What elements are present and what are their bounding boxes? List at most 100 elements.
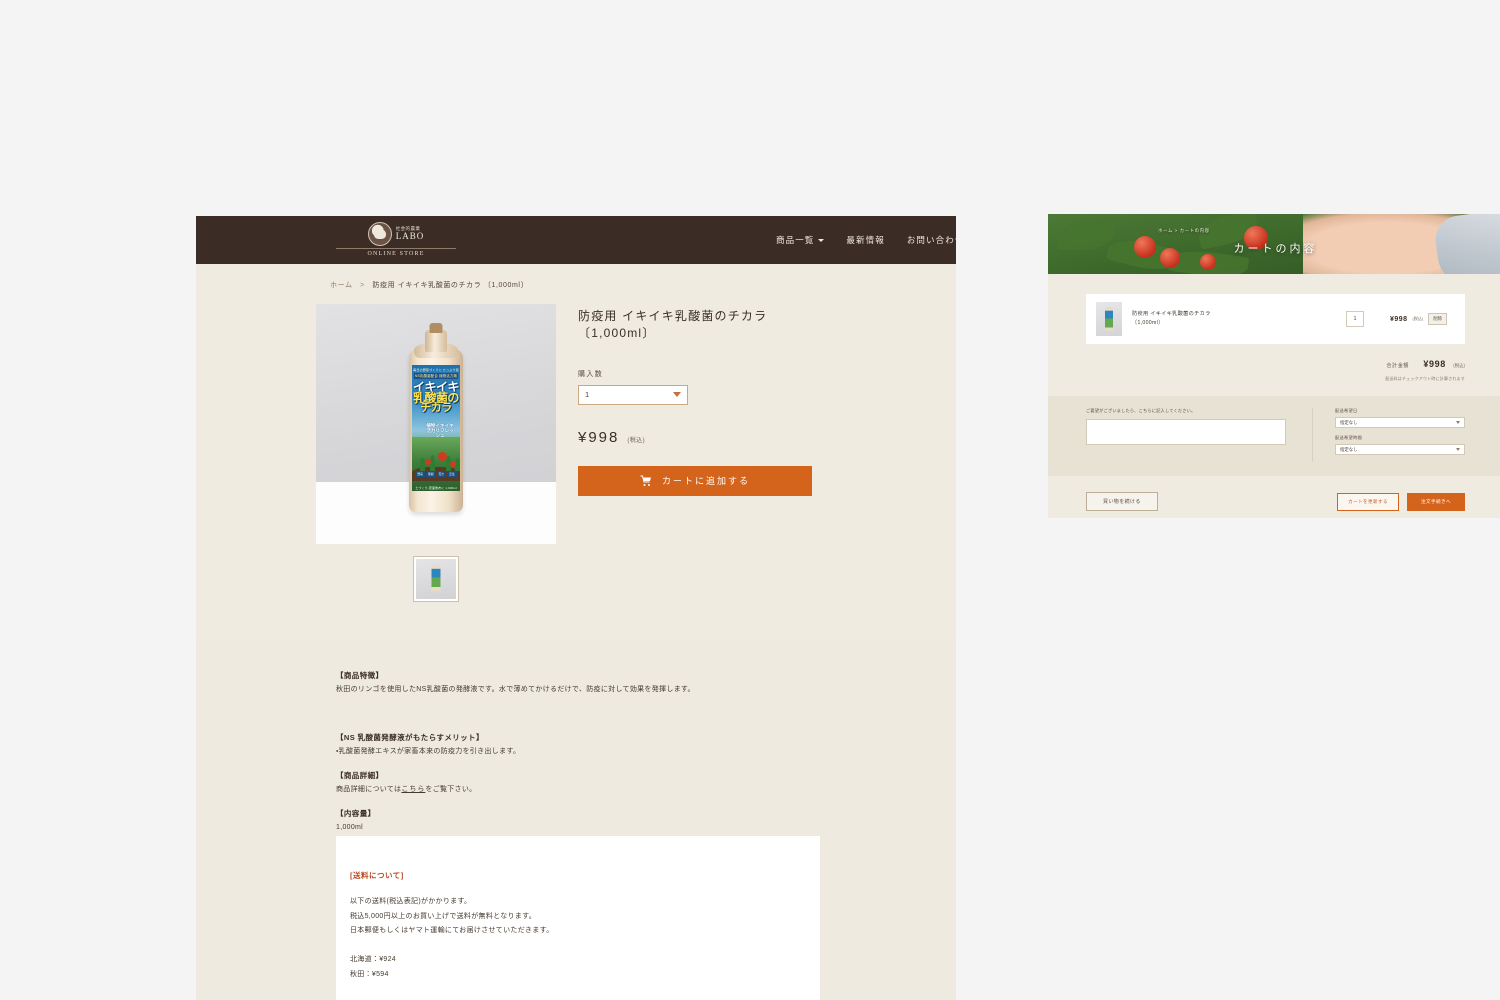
quantity-value: 1 xyxy=(585,390,590,400)
delivery-date-group: 配送希望日 指定なし xyxy=(1335,408,1465,428)
cart-total-tax: (税込) xyxy=(1453,363,1465,368)
remarks-label: ご要望がございましたら、こちらに記入してください。 xyxy=(1086,408,1196,413)
thumbnail-1[interactable] xyxy=(413,556,459,602)
brand-lockup: 社会的農業 LABO xyxy=(336,222,456,246)
label-illustration: 野菜 果樹 花き 芝生 土づくり・葉面散布に 1,000ml xyxy=(412,437,460,491)
desc-block-features: 【商品特徴】 秋田のリンゴを使用したNS乳酸菌の発酵液です。水で薄めてかけるだけ… xyxy=(336,670,956,696)
cart-total-row: 合計金額 ¥998 (税込) 配送料はチェックアウト時に計算されます xyxy=(1086,354,1465,382)
delivery-date-value: 指定なし xyxy=(1340,419,1358,425)
delivery-time-select[interactable]: 指定なし xyxy=(1335,444,1465,455)
nav-item-products-label: 商品一覧 xyxy=(776,235,815,245)
continue-shopping-button[interactable]: 買い物を続ける xyxy=(1086,492,1158,511)
desc-body-prefix: 商品詳細については xyxy=(336,785,402,793)
cart-item-name-line2: 〔1,000ml〕 xyxy=(1132,320,1164,326)
breadcrumb-current: 防疫用 イキイキ乳酸菌のチカラ 〔1,000ml〕 xyxy=(372,282,529,289)
page-title: 防疫用 イキイキ乳酸菌のチカラ 〔1,000ml〕 xyxy=(578,309,768,341)
delivery-date-label: 配送希望日 xyxy=(1335,408,1358,413)
desc-heading: 【商品詳細】 xyxy=(336,770,384,780)
tomato-shape xyxy=(425,459,431,465)
update-cart-button[interactable]: カートを更新する xyxy=(1337,492,1400,511)
desc-heading: 【NS 乳酸菌発酵液がもたらすメリット】 xyxy=(336,732,484,742)
product-page-window: 社会的農業 LABO ONLINE STORE 商品一覧 最新情報 お問い合わせ xyxy=(196,216,956,1000)
cart-page-title: カートの内容 xyxy=(1233,243,1318,255)
cart-action-bar: 買い物を続ける カートを更新する 注文手続きへ xyxy=(1086,492,1465,511)
product-info: 防疫用 イキイキ乳酸菌のチカラ 〔1,000ml〕 購入数 1 ¥998 (税込… xyxy=(578,304,818,602)
label-chip: 花き xyxy=(436,471,447,477)
checkout-button[interactable]: 注文手続きへ xyxy=(1407,492,1465,511)
price-tax-note: (税込) xyxy=(627,437,645,444)
chevron-down-icon xyxy=(1456,448,1460,451)
product-main-image[interactable]: 毎日の野菜づくりに たっぷり使える NS乳酸菌配合 植物活力剤 イキイキ 乳酸菌… xyxy=(316,304,556,544)
brand-name: LABO xyxy=(395,230,425,241)
cart-page-window: ホーム > カートの内容 カートの内容 防疫用 イキイキ乳酸菌のチカラ 〔1,0… xyxy=(1048,214,1500,518)
brand-wordmark: 社会的農業 LABO xyxy=(395,226,425,241)
shipping-rate: 北海道：¥924 xyxy=(350,956,396,964)
label-chip: 果樹 xyxy=(425,471,436,477)
cart-item-price: ¥998 xyxy=(1389,315,1408,323)
cart-item-name: 防疫用 イキイキ乳酸菌のチカラ 〔1,000ml〕 xyxy=(1132,310,1336,329)
tomato-shape xyxy=(1200,254,1216,270)
shipping-line: 税込5,000円以上のお買い上げで送料が無料となります。 xyxy=(350,912,537,920)
cart-item-price-tax: (税込) xyxy=(1412,316,1424,321)
product-top-section: 毎日の野菜づくりに たっぷり使える NS乳酸菌配合 植物活力剤 イキイキ 乳酸菌… xyxy=(196,290,956,602)
cart-icon xyxy=(640,475,651,486)
cart-item-name-line1: 防疫用 イキイキ乳酸菌のチカラ xyxy=(1132,310,1211,317)
cart-body: 防疫用 イキイキ乳酸菌のチカラ 〔1,000ml〕 1 ¥998 (税込) 削除… xyxy=(1048,274,1500,511)
desc-spacer xyxy=(336,708,956,732)
shipping-rate: 秋田：¥594 xyxy=(350,970,389,978)
label-band: NS乳酸菌配合 植物活力剤 xyxy=(414,373,458,379)
shipping-line: 日本郵便もしくはヤマト運輸にてお届けさせていただきます。 xyxy=(350,927,554,935)
nav-item-news[interactable]: 最新情報 xyxy=(846,234,884,246)
price-row: ¥998 (税込) xyxy=(578,429,818,446)
delivery-date-select[interactable]: 指定なし xyxy=(1335,417,1465,428)
product-gallery: 毎日の野菜づくりに たっぷり使える NS乳酸菌配合 植物活力剤 イキイキ 乳酸菌… xyxy=(316,304,556,602)
site-logo[interactable]: 社会的農業 LABO ONLINE STORE xyxy=(336,222,456,257)
quantity-label: 購入数 xyxy=(578,370,604,378)
nav-item-products[interactable]: 商品一覧 xyxy=(776,234,825,246)
cart-qty-input[interactable]: 1 xyxy=(1345,311,1364,327)
cart-options-form: ご要望がございましたら、こちらに記入してください。 配送希望日 指定なし 配送希… xyxy=(1048,396,1500,476)
thumbnail-image xyxy=(416,559,456,599)
desc-body: 秋田のリンゴを使用したNS乳酸菌の発酵液です。水で薄めてかけるだけで、防疫に対し… xyxy=(336,686,695,693)
breadcrumb-separator: > xyxy=(360,282,365,289)
label-chip: 野菜 xyxy=(415,471,425,477)
nav-item-contact[interactable]: お問い合わせ xyxy=(907,234,956,246)
remove-item-button[interactable]: 削除 xyxy=(1428,313,1447,325)
tomato-shape xyxy=(438,452,447,461)
quantity-select[interactable]: 1 xyxy=(578,384,688,405)
shipping-rates: 北海道：¥924 秋田：¥594 xyxy=(350,953,820,982)
delivery-time-group: 配送希望時間 指定なし xyxy=(1335,435,1465,455)
desc-block-details: 【商品詳細】 商品詳細についてはこちらをご覧下さい。 xyxy=(336,770,956,796)
desc-heading: 【商品特徴】 xyxy=(336,671,384,680)
site-header: 社会的農業 LABO ONLINE STORE 商品一覧 最新情報 お問い合わせ xyxy=(196,216,956,264)
details-link[interactable]: こちら xyxy=(401,786,425,793)
add-to-cart-label: カートに追加する xyxy=(661,476,750,487)
cart-total-label: 合計金額 xyxy=(1386,363,1409,369)
breadcrumb-home[interactable]: ホーム xyxy=(330,282,353,289)
label-chip-row: 野菜 果樹 花き 芝生 xyxy=(415,471,457,477)
product-bottle: 毎日の野菜づくりに たっぷり使える NS乳酸菌配合 植物活力剤 イキイキ 乳酸菌… xyxy=(409,323,463,512)
cart-price-cell: ¥998 (税込) 削除 xyxy=(1390,313,1447,325)
breadcrumb: ホーム > 防疫用 イキイキ乳酸菌のチカラ 〔1,000ml〕 xyxy=(196,264,956,290)
label-subtitle: 植物イキイキ 活力リフレッシュ xyxy=(426,423,454,439)
label-title-line3: チカラ xyxy=(420,402,452,415)
chevron-down-icon xyxy=(818,238,825,242)
cart-item-row: 防疫用 イキイキ乳酸菌のチカラ 〔1,000ml〕 1 ¥998 (税込) 削除 xyxy=(1086,294,1465,344)
label-bottom-copy: 土づくり・葉面散布に 1,000ml xyxy=(415,486,457,490)
desc-block-volume: 【内容量】 1,000ml xyxy=(336,808,956,834)
main-nav: 商品一覧 最新情報 お問い合わせ xyxy=(776,216,956,264)
cow-crest-icon xyxy=(367,222,392,246)
cart-total-value: ¥998 xyxy=(1423,359,1446,369)
remarks-textarea[interactable] xyxy=(1086,419,1286,445)
add-to-cart-button[interactable]: カートに追加する xyxy=(578,465,812,496)
thumbnail-bottle xyxy=(1105,307,1113,331)
chevron-down-icon xyxy=(673,392,681,398)
shipping-title: [送料について] xyxy=(350,871,404,880)
label-chip: 芝生 xyxy=(447,471,457,477)
cart-item-thumbnail[interactable] xyxy=(1096,302,1122,336)
tomato-shape xyxy=(450,461,456,467)
product-price: ¥998 xyxy=(578,428,620,446)
cart-primary-actions: カートを更新する 注文手続きへ xyxy=(1337,492,1465,511)
screenshot-stage: 社会的農業 LABO ONLINE STORE 商品一覧 最新情報 お問い合わせ xyxy=(0,0,1500,1000)
desc-block-merits: 【NS 乳酸菌発酵液がもたらすメリット】 ・乳酸菌発酵エキスが家畜本来の防疫力を… xyxy=(336,732,956,758)
